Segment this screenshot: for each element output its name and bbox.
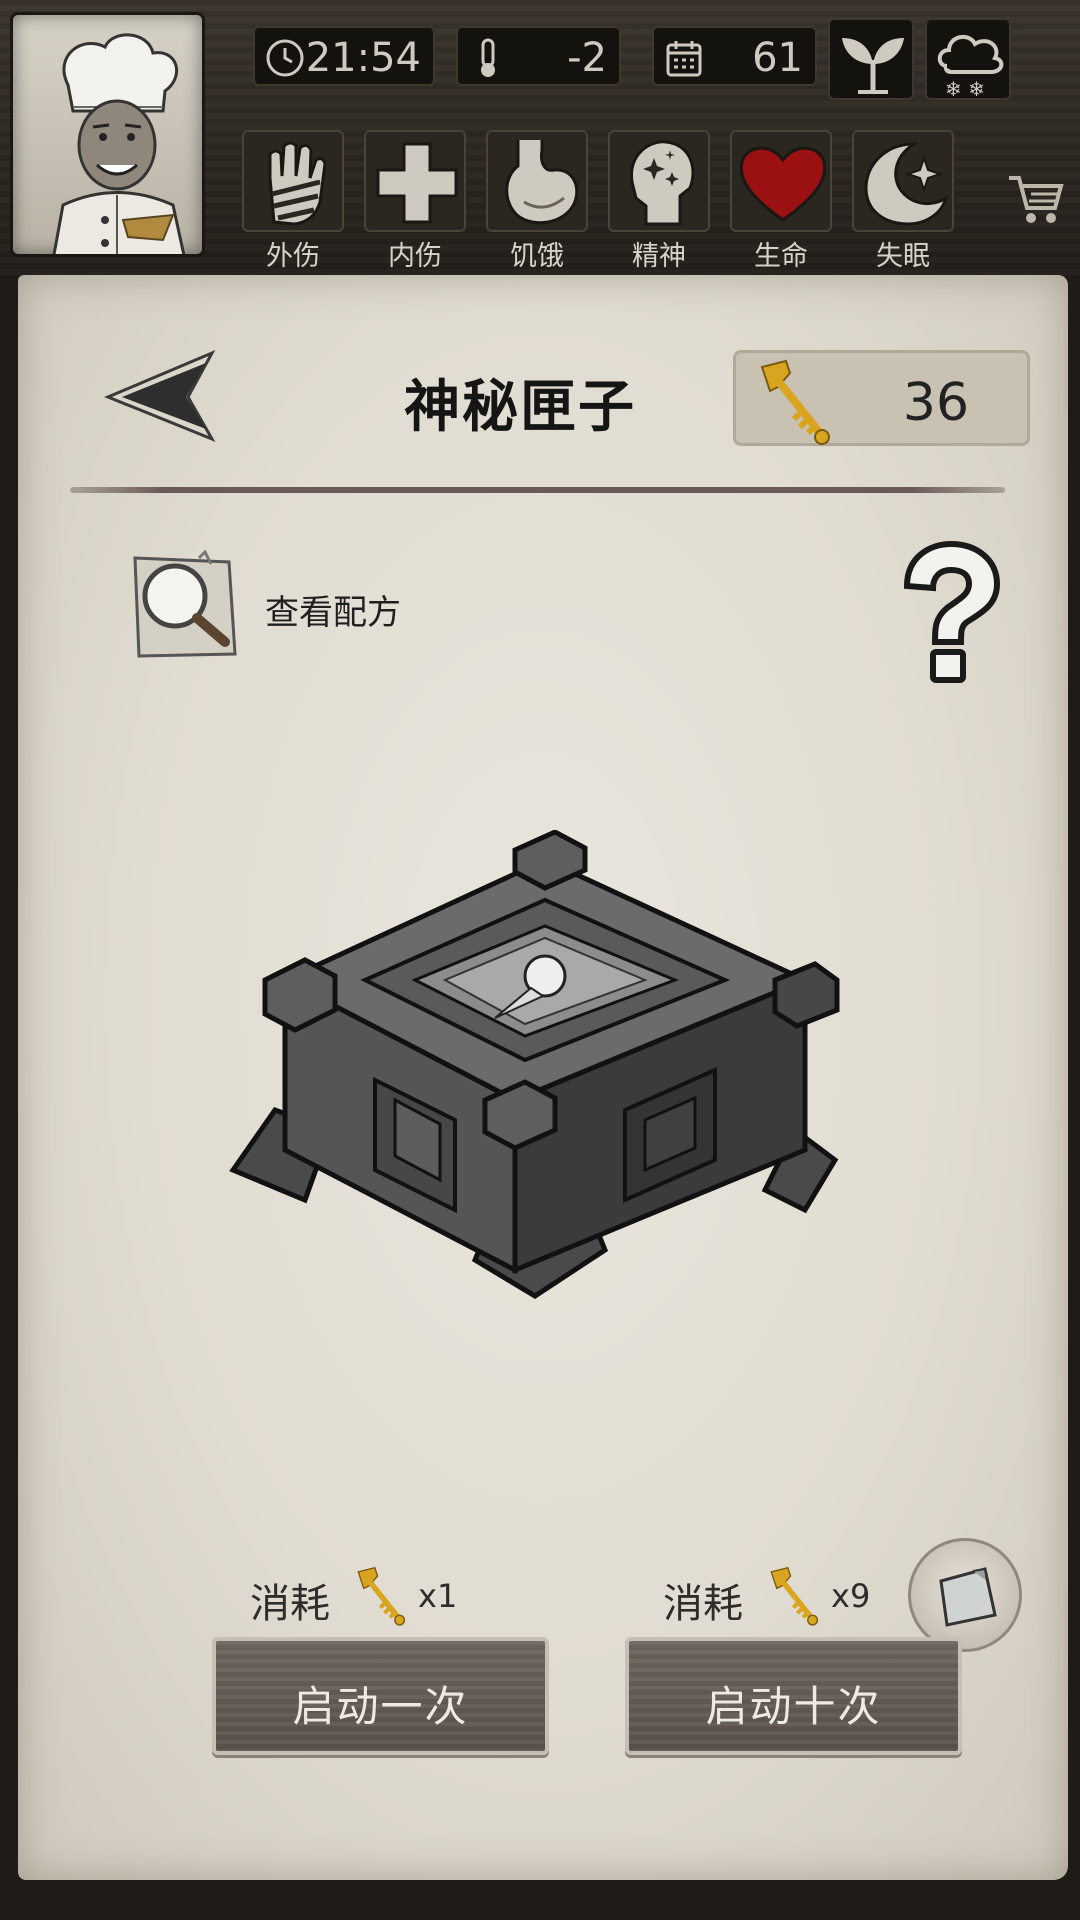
status-mental[interactable]: 精神 xyxy=(608,130,710,272)
head-sparkle-icon xyxy=(630,140,695,226)
shop-button[interactable] xyxy=(1005,168,1065,232)
day-value: 61 xyxy=(752,35,803,81)
character-portrait-avatar[interactable] xyxy=(10,12,205,257)
page-title: 神秘匣子 xyxy=(404,375,636,440)
status-label: 外伤 xyxy=(266,241,320,272)
calendar-icon xyxy=(662,36,706,90)
note-button[interactable] xyxy=(908,1538,1022,1652)
cost-label: 消耗 xyxy=(663,1581,743,1627)
key-count: 36 xyxy=(902,373,970,433)
back-button[interactable] xyxy=(100,345,220,449)
help-button[interactable] xyxy=(895,538,1005,692)
golden-key-icon xyxy=(750,357,840,451)
mystery-box-image[interactable] xyxy=(225,829,845,1354)
status-label: 生命 xyxy=(754,241,808,272)
cost-quantity: x9 xyxy=(831,1577,871,1615)
paper-note-icon xyxy=(939,1567,997,1627)
hand-bandage-icon xyxy=(268,141,327,226)
status-external-injury[interactable]: 外伤 xyxy=(242,130,344,272)
time-display: 21:54 xyxy=(253,26,435,86)
cost-label: 消耗 xyxy=(250,1581,330,1627)
shopping-cart-icon xyxy=(1009,176,1064,223)
status-bar: 外伤 内伤 饥饿 精神 生命 失眠 xyxy=(242,130,962,272)
cross-icon xyxy=(376,142,458,224)
clock-icon xyxy=(263,36,307,90)
golden-key-icon xyxy=(763,1565,825,1637)
heart-icon xyxy=(739,146,827,222)
golden-key-icon xyxy=(350,1565,412,1637)
status-insomnia[interactable]: 失眠 xyxy=(852,130,954,272)
cost-ten: 消耗 x9 xyxy=(663,1565,883,1627)
status-label: 内伤 xyxy=(388,241,442,272)
cost-quantity: x1 xyxy=(418,1577,458,1615)
status-hunger[interactable]: 饥饿 xyxy=(486,130,588,272)
moon-star-icon xyxy=(864,142,949,226)
status-label: 精神 xyxy=(632,241,686,272)
sprout-icon xyxy=(842,38,904,94)
snow-cloud-icon: ❄ ❄ xyxy=(937,34,1004,101)
time-value: 21:54 xyxy=(305,35,421,81)
key-counter: 36 xyxy=(733,350,1030,446)
status-label: 饥饿 xyxy=(510,241,564,272)
start-once-label: 启动一次 xyxy=(292,1682,469,1731)
status-health[interactable]: 生命 xyxy=(730,130,832,272)
magnifier-note-icon xyxy=(125,549,243,666)
start-once-button[interactable]: 启动一次 xyxy=(212,1637,549,1755)
top-hud: 21:54 -2 61 ❄ ❄ 外伤 内伤 饥饿 精神 生命 失眠 xyxy=(0,0,1080,275)
sprout-button[interactable] xyxy=(828,18,914,100)
stomach-icon xyxy=(505,140,579,225)
start-ten-label: 启动十次 xyxy=(705,1682,882,1731)
status-internal-injury[interactable]: 内伤 xyxy=(364,130,466,272)
svg-text:❄ ❄: ❄ ❄ xyxy=(945,77,985,101)
cost-once: 消耗 x1 xyxy=(250,1565,470,1627)
back-arrow-icon xyxy=(104,349,216,443)
view-recipe-label: 查看配方 xyxy=(265,593,401,633)
question-mark-icon xyxy=(903,540,1001,683)
weather-button[interactable]: ❄ ❄ xyxy=(925,18,1011,101)
status-label: 失眠 xyxy=(876,241,930,272)
view-recipe-button[interactable]: 查看配方 xyxy=(125,549,425,660)
divider xyxy=(70,487,1005,493)
thermometer-icon xyxy=(466,36,510,90)
temperature-value: -2 xyxy=(567,35,607,81)
start-ten-button[interactable]: 启动十次 xyxy=(625,1637,962,1755)
day-display: 61 xyxy=(652,26,817,86)
temperature-display: -2 xyxy=(456,26,621,86)
